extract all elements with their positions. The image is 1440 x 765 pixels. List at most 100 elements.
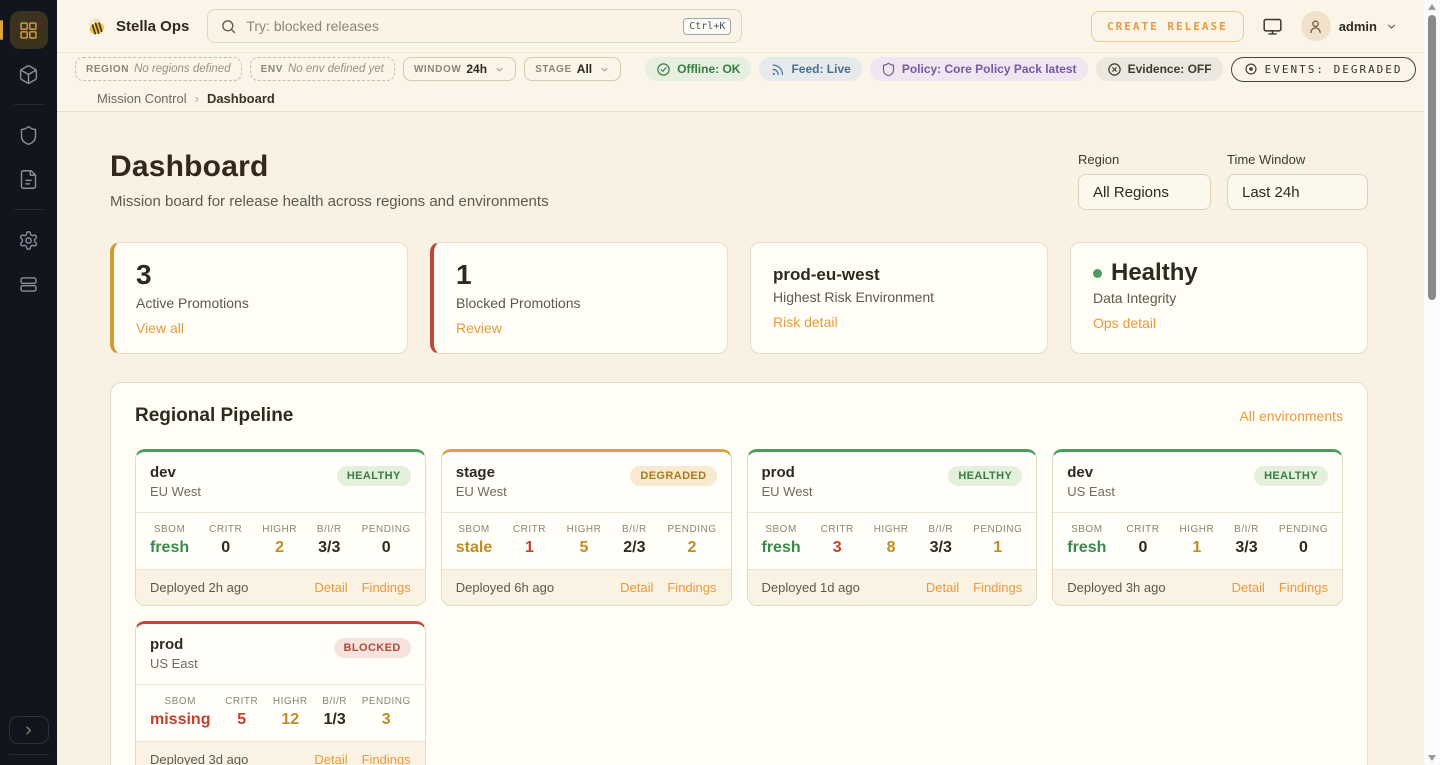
search-box[interactable]: Ctrl+K [207,9,742,43]
avatar [1301,11,1331,41]
package-icon [18,64,39,85]
search-input[interactable] [246,18,683,34]
env-filter-pill[interactable]: ENV No env defined yet [250,57,395,81]
file-icon [18,169,39,190]
stat-b-i-r: B/I/R3/3 [928,524,953,557]
grid-icon [18,20,39,41]
stat-pending: PENDING0 [1279,524,1328,557]
stat-b-i-r: B/I/R2/3 [622,524,647,557]
stat-b-i-r: B/I/R1/3 [322,696,347,729]
sidebar-item-dashboard[interactable] [10,11,48,49]
status-badge: DEGRADED [630,466,716,486]
stat-highr: HIGHR2 [262,524,297,557]
summary-link[interactable]: Ops detail [1093,315,1156,331]
stat-critr: CRITR5 [225,696,258,729]
brand-name: Stella Ops [116,18,189,35]
events-status-label: EVENTS: DEGRADED [1265,63,1403,76]
summary-link[interactable]: Risk detail [773,314,838,330]
chevron-down-icon [1385,20,1398,33]
policy-status-pill[interactable]: Policy: Core Policy Pack latest [870,57,1088,81]
brand: Stella Ops [85,15,189,38]
stat-pending: PENDING0 [362,524,411,557]
stat-sbom: SBOMfresh [150,524,189,557]
search-icon [220,18,237,35]
stage-filter-pill[interactable]: STAGE All [524,57,621,81]
scrollbar-down-arrow[interactable] [1428,755,1436,761]
summary-card-active-promotions: 3Active PromotionsView all [110,242,408,354]
pipeline-region: EU West [150,484,201,499]
events-status-pill[interactable]: EVENTS: DEGRADED [1231,57,1416,82]
status-badge: HEALTHY [1254,466,1328,486]
summary-card-data-integrity: HealthyData IntegrityOps detail [1070,242,1368,354]
stat-sbom: SBOMmissing [150,696,210,729]
region-filter-pill[interactable]: REGION No regions defined [75,57,242,81]
breadcrumb: Mission Control › Dashboard [57,85,1424,112]
findings-link[interactable]: Findings [1279,580,1328,595]
regional-pipeline-panel: Regional Pipeline All environments devEU… [110,382,1368,765]
sidebar-item-packages[interactable] [10,55,48,93]
region-select[interactable]: All Regions [1078,174,1211,210]
sidebar-item-settings[interactable] [10,221,48,259]
summary-label: Highest Risk Environment [773,289,1025,305]
status-badge: HEALTHY [337,466,411,486]
stat-b-i-r: B/I/R3/3 [317,524,342,557]
feed-status-pill[interactable]: Feed: Live [759,57,861,81]
dashboard-controls: Region All Regions Time Window Last 24h [1078,152,1368,210]
summary-value: Healthy [1093,260,1345,286]
pipeline-region: US East [1067,484,1115,499]
deployed-text: Deployed 3d ago [150,752,248,765]
policy-status-label: Policy: Core Policy Pack latest [902,62,1077,76]
stat-critr: CRITR3 [821,524,854,557]
scrollbar-thumb[interactable] [1428,15,1436,300]
time-window-select[interactable]: Last 24h [1227,174,1368,210]
deployed-text: Deployed 2h ago [150,580,248,595]
offline-status-pill[interactable]: Offline: OK [645,57,751,81]
region-control-label: Region [1078,152,1211,167]
summary-link[interactable]: Review [456,320,502,336]
findings-link[interactable]: Findings [362,580,411,595]
chevron-down-icon [494,64,505,75]
breadcrumb-separator: › [195,91,199,106]
sidebar-bottom [9,716,49,755]
sidebar-expand-button[interactable] [9,716,49,744]
findings-link[interactable]: Findings [973,580,1022,595]
all-environments-link[interactable]: All environments [1240,408,1344,424]
scrollbar-up-arrow[interactable] [1428,4,1436,10]
summary-card-highest-risk-environment: prod-eu-west Highest Risk Environment Risk… [750,242,1048,354]
top-header: Stella Ops Ctrl+K CREATE RELEASE admin [57,0,1424,52]
search-icon [220,18,237,35]
sidebar-item-infrastructure[interactable] [10,265,48,303]
page-title: Dashboard [110,150,549,184]
x-circle-icon [1107,62,1122,77]
window-filter-label: WINDOW [414,64,461,75]
detail-link[interactable]: Detail [620,580,653,595]
detail-link[interactable]: Detail [1232,580,1265,595]
detail-link[interactable]: Detail [314,580,347,595]
stat-b-i-r: B/I/R3/3 [1234,524,1259,557]
user-menu[interactable]: admin [1301,11,1398,41]
findings-link[interactable]: Findings [667,580,716,595]
summary-link[interactable]: View all [136,320,184,336]
findings-link[interactable]: Findings [362,752,411,765]
evidence-status-label: Evidence: OFF [1128,62,1212,76]
detail-link[interactable]: Detail [314,752,347,765]
page-scrollbar[interactable] [1424,0,1440,765]
monitor-icon-button[interactable] [1262,16,1283,37]
detail-link[interactable]: Detail [926,580,959,595]
window-filter-pill[interactable]: WINDOW 24h [403,57,516,81]
pipeline-region: US East [150,656,198,671]
stat-pending: PENDING3 [362,696,411,729]
pipeline-env: prod [150,636,198,653]
region-filter-value: No regions defined [134,63,231,75]
stat-pending: PENDING1 [973,524,1022,557]
summary-value: prod-eu-west [773,260,1025,285]
sidebar-item-security[interactable] [10,116,48,154]
time-window-control: Time Window Last 24h [1227,152,1368,210]
sidebar-item-documents[interactable] [10,160,48,198]
status-badge: BLOCKED [334,638,411,658]
create-release-button[interactable]: CREATE RELEASE [1091,11,1244,42]
env-filter-label: ENV [261,64,283,75]
breadcrumb-parent[interactable]: Mission Control [97,91,187,106]
evidence-status-pill[interactable]: Evidence: OFF [1096,57,1223,81]
status-pills: Offline: OK Feed: Live Policy: Core Policy… [645,57,1222,81]
